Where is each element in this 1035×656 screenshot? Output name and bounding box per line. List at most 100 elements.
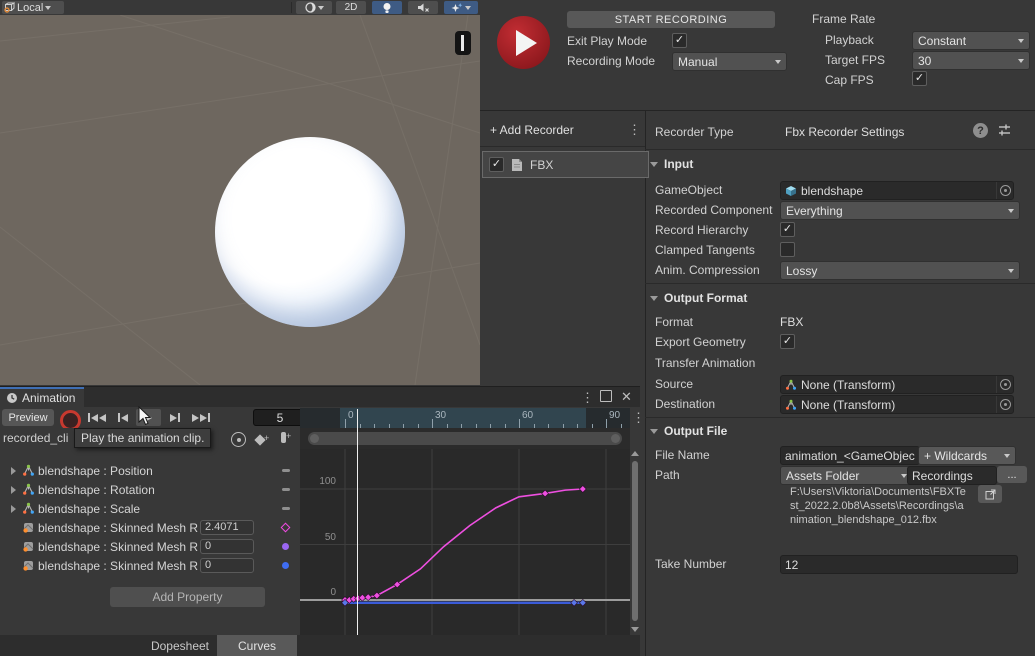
file-name-input[interactable]: animation_<GameObjec — [780, 446, 920, 465]
property-value-field[interactable]: 0 — [200, 558, 254, 573]
cap-fps-label: Cap FPS — [825, 73, 874, 87]
foldout-icon[interactable] — [11, 467, 16, 475]
source-field[interactable]: None (Transform) — [780, 375, 1014, 394]
browse-button[interactable]: ... — [997, 466, 1027, 483]
preview-button[interactable]: Preview — [2, 409, 54, 426]
filter-by-selection-icon[interactable] — [231, 432, 246, 447]
vscroll-thumb[interactable] — [632, 461, 638, 621]
maximize-icon[interactable] — [600, 390, 612, 402]
destination-field[interactable]: None (Transform) — [780, 395, 1014, 414]
take-number-input[interactable]: 12 — [780, 555, 1018, 574]
scroll-down-icon[interactable] — [631, 627, 639, 632]
tab-curves[interactable]: Curves — [217, 635, 297, 656]
cap-fps-checkbox[interactable]: ✓ — [912, 71, 927, 86]
clamped-tangents-label: Clamped Tangents — [655, 243, 755, 257]
foldout-icon[interactable] — [11, 486, 16, 494]
export-geometry-checkbox[interactable]: ✓ — [780, 334, 795, 349]
animation-property-row[interactable]: blendshape : Skinned Mesh Re2.4071 — [0, 518, 300, 537]
object-picker-icon[interactable] — [996, 182, 1013, 199]
wildcards-dropdown[interactable]: + Wildcards — [918, 446, 1016, 465]
object-picker-icon[interactable] — [996, 376, 1013, 393]
playback-label: Playback — [825, 33, 874, 47]
start-recording-button[interactable]: START RECORDING — [567, 11, 775, 28]
chevron-down-icon — [1018, 39, 1024, 43]
object-picker-icon[interactable] — [996, 396, 1013, 413]
animation-property-row[interactable]: blendshape : Position — [0, 461, 300, 480]
external-open-icon — [985, 489, 996, 500]
ruler-tick-label: 60 — [522, 410, 533, 421]
anim-compression-dropdown[interactable]: Lossy — [780, 261, 1020, 280]
value-axis-label: 50 — [302, 532, 336, 543]
add-keyframe-icon[interactable]: + — [256, 433, 269, 447]
preset-icon[interactable] — [997, 123, 1012, 138]
timeline-ruler[interactable]: 0306090 — [300, 408, 630, 429]
animation-property-row[interactable]: blendshape : Skinned Mesh Re0 — [0, 537, 300, 556]
skinnedmesh-icon — [22, 540, 35, 556]
blendshape-sphere[interactable] — [215, 137, 405, 327]
add-event-icon[interactable]: + — [281, 432, 291, 446]
gameobject-field[interactable]: blendshape — [780, 181, 1014, 200]
input-section-header[interactable]: Input — [650, 157, 693, 171]
pivot-rotation-button[interactable]: Local — [2, 1, 64, 14]
next-key-icon[interactable] — [162, 409, 187, 426]
export-geometry-label: Export Geometry — [655, 335, 746, 349]
audio-mute-button[interactable] — [408, 1, 438, 14]
recorder-item-fbx[interactable]: ✓ FBX — [482, 151, 649, 178]
close-icon[interactable]: ✕ — [621, 389, 632, 405]
playback-dropdown[interactable]: Constant — [912, 31, 1030, 50]
prev-key-icon[interactable] — [110, 409, 135, 426]
animation-property-row[interactable]: blendshape : Rotation — [0, 480, 300, 499]
kebab-menu-icon[interactable]: ⋮ — [581, 391, 594, 404]
help-icon[interactable]: ? — [973, 123, 988, 138]
gizmo-local-icon — [4, 2, 15, 13]
frame-field[interactable]: 5 — [253, 409, 307, 426]
scene-viewport[interactable] — [0, 15, 480, 385]
horizontal-range-slider[interactable] — [308, 432, 622, 445]
animation-property-row[interactable]: blendshape : Scale — [0, 499, 300, 518]
go-to-end-icon[interactable] — [188, 409, 213, 426]
property-value-field[interactable]: 2.4071 — [200, 520, 254, 535]
scroll-up-icon[interactable] — [631, 451, 639, 456]
clip-dropdown[interactable]: recorded_cli — [3, 431, 68, 445]
render-mode-button[interactable] — [296, 1, 332, 14]
exit-play-mode-checkbox[interactable]: ✓ — [672, 33, 687, 48]
2d-toggle-button[interactable]: 2D — [336, 1, 366, 14]
curve-editor[interactable]: 100500 — [300, 449, 630, 635]
animation-property-row[interactable]: blendshape : Skinned Mesh Re0 — [0, 556, 300, 575]
kebab-menu-icon[interactable]: ⋮ — [628, 123, 641, 136]
property-value-field[interactable]: 0 — [200, 539, 254, 554]
record-hierarchy-label: Record Hierarchy — [655, 223, 748, 237]
record-hierarchy-checkbox[interactable]: ✓ — [780, 222, 795, 237]
vertical-scrollbar[interactable] — [630, 449, 640, 635]
add-property-button[interactable]: Add Property — [110, 587, 265, 607]
kebab-menu-icon[interactable]: ⋮ — [632, 411, 645, 424]
path-label: Path — [655, 468, 680, 482]
recording-mode-dropdown[interactable]: Manual — [672, 52, 787, 71]
tab-animation[interactable]: Animation — [0, 387, 84, 407]
property-label: blendshape : Scale — [38, 502, 278, 516]
clamped-tangents-checkbox[interactable] — [780, 242, 795, 257]
external-open-button[interactable] — [978, 485, 1002, 503]
chevron-down-icon — [775, 60, 781, 64]
recorded-component-dropdown[interactable]: Everything — [780, 201, 1020, 220]
go-to-start-icon[interactable] — [84, 409, 109, 426]
add-recorder-button[interactable]: + Add Recorder — [490, 123, 574, 137]
output-file-section-header[interactable]: Output File — [650, 424, 727, 438]
scene-lighting-button[interactable] — [372, 1, 402, 14]
path-folder-input[interactable]: Recordings — [907, 466, 997, 485]
fbx-file-icon — [511, 158, 523, 172]
tab-dopesheet[interactable]: Dopesheet — [147, 635, 213, 656]
chevron-down-icon — [45, 6, 51, 10]
source-label: Source — [655, 377, 693, 391]
effects-button[interactable] — [444, 1, 478, 14]
target-fps-dropdown[interactable]: 30 — [912, 51, 1030, 70]
overlay-handle[interactable] — [455, 31, 471, 55]
animation-window: Animation ⋮ ✕ Preview 5 0306090 ⋮ record… — [0, 386, 640, 656]
foldout-icon[interactable] — [11, 505, 16, 513]
transform-icon — [785, 399, 797, 411]
recorder-play-icon — [497, 16, 550, 69]
output-format-section-header[interactable]: Output Format — [650, 291, 747, 305]
playhead[interactable] — [357, 409, 358, 635]
path-root-dropdown[interactable]: Assets Folder — [780, 466, 913, 485]
recorder-enabled-checkbox[interactable]: ✓ — [489, 157, 504, 172]
